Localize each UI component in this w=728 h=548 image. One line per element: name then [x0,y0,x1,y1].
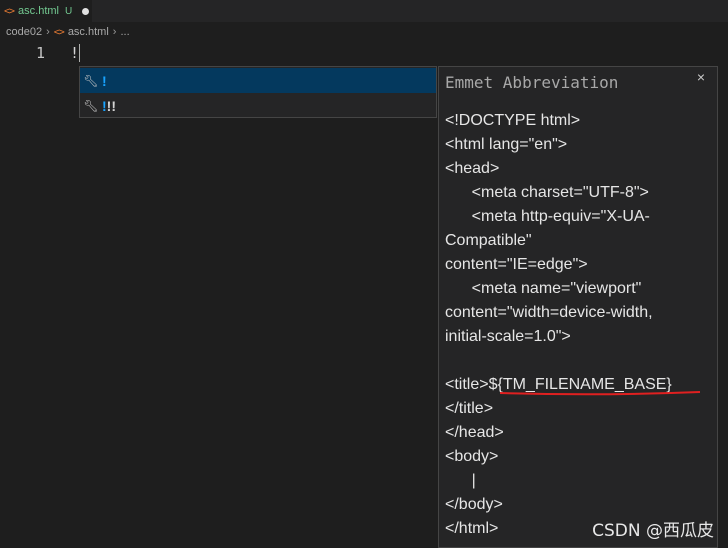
untracked-badge: U [65,5,73,17]
suggest-item-label: ! [102,72,107,89]
suggest-item-rest: !! [106,97,116,114]
watermark: CSDN @西瓜皮 [592,521,714,541]
wrench-icon: 🔧︎ [83,73,99,88]
breadcrumb-ellipsis[interactable]: ... [120,26,129,38]
html-file-icon: <> [4,5,15,17]
details-title: Emmet Abbreviation [445,73,619,92]
line-number: 1 [36,44,46,62]
chevron-right-icon: › [112,26,117,38]
suggest-widget: 🔧︎ ! 🔧︎ !!! [79,66,437,118]
suggest-item[interactable]: 🔧︎ ! [80,68,436,93]
tab-bar: <> asc.html U [0,0,728,22]
breadcrumb-file[interactable]: asc.html [68,26,109,38]
tab-filename: asc.html [18,5,60,17]
html-file-icon: <> [53,26,65,38]
breadcrumb-folder[interactable]: code02 [6,26,42,38]
chevron-right-icon: › [46,26,50,38]
suggest-item-label: !!! [102,98,116,114]
tab-asc-html[interactable]: <> asc.html U [0,0,92,22]
annotation-underline [500,391,700,396]
text-cursor [79,44,80,62]
unsaved-dot-icon[interactable] [82,7,90,15]
suggest-details-panel: Emmet Abbreviation × <!DOCTYPE html> <ht… [438,66,718,548]
suggest-item[interactable]: 🔧︎ !!! [80,93,436,118]
wrench-icon: 🔧︎ [83,98,99,113]
editor-line-text[interactable]: ! [70,44,79,62]
close-icon[interactable]: × [697,69,705,85]
details-content: <!DOCTYPE html> <html lang="en"> <head> … [445,112,672,537]
breadcrumb: code02 › <> asc.html › ... [0,22,728,42]
